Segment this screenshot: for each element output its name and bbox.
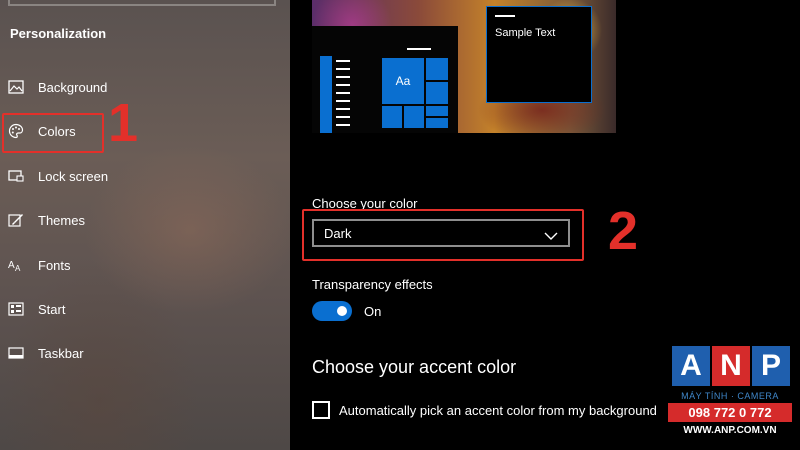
- sidebar-item-lock-screen[interactable]: Lock screen: [8, 162, 108, 190]
- logo-website: WWW.ANP.COM.VN: [683, 425, 777, 436]
- transparency-toggle-row: On: [312, 301, 381, 321]
- sidebar-title: Personalization: [10, 26, 107, 41]
- sidebar-item-label: Background: [38, 79, 108, 95]
- sidebar-item-fonts[interactable]: AA Fonts: [8, 251, 71, 279]
- transparency-toggle[interactable]: [312, 301, 352, 321]
- sidebar-item-themes[interactable]: Themes: [8, 206, 85, 234]
- sample-text: Sample Text: [495, 27, 556, 39]
- sidebar-item-label: Start: [38, 301, 66, 317]
- auto-accent-row: Automatically pick an accent color from …: [312, 401, 657, 419]
- sidebar-item-label: Fonts: [38, 257, 71, 273]
- preview-start-menu: Aa: [312, 26, 458, 133]
- step-1-annotation: 1: [108, 93, 139, 153]
- theme-preview: Aa Sample Text: [312, 0, 616, 133]
- picture-icon: [8, 79, 28, 95]
- themes-brush-icon: [8, 212, 28, 228]
- preview-tile: Aa: [382, 58, 424, 104]
- logo-letter-p: P: [752, 346, 790, 386]
- anp-logo: A N P MÁY TÍNH · CAMERA 098 772 0 772 WW…: [668, 346, 792, 442]
- preview-sample-window: Sample Text: [486, 6, 592, 103]
- logo-letter-a: A: [672, 346, 710, 386]
- logo-tagline: MÁY TÍNH · CAMERA: [681, 391, 779, 401]
- logo-letter-n: N: [712, 346, 750, 386]
- sidebar-item-start[interactable]: Start: [8, 295, 65, 323]
- search-box[interactable]: [8, 0, 276, 6]
- auto-accent-label: Automatically pick an accent color from …: [339, 402, 657, 418]
- settings-sidebar: Personalization Background Colors Lock s…: [0, 0, 290, 450]
- colors-highlight-box: [2, 113, 104, 153]
- lock-screen-icon: [8, 168, 28, 184]
- dropdown-highlight-box: [302, 209, 584, 261]
- sidebar-item-background[interactable]: Background: [8, 73, 107, 101]
- start-icon: [8, 301, 28, 317]
- step-2-annotation: 2: [608, 201, 639, 261]
- sidebar-item-label: Taskbar: [38, 345, 84, 361]
- toggle-state-text: On: [364, 303, 382, 319]
- taskbar-icon: [8, 345, 28, 361]
- fonts-icon: AA: [8, 257, 28, 273]
- auto-accent-checkbox[interactable]: [312, 401, 330, 419]
- transparency-label: Transparency effects: [312, 277, 433, 292]
- accent-heading: Choose your accent color: [312, 357, 517, 377]
- svg-text:A: A: [15, 264, 21, 272]
- logo-phone: 098 772 0 772: [668, 403, 792, 422]
- toggle-knob: [337, 306, 347, 316]
- sidebar-item-label: Lock screen: [38, 168, 109, 184]
- sidebar-item-label: Themes: [38, 212, 85, 228]
- sidebar-item-taskbar[interactable]: Taskbar: [8, 339, 84, 367]
- svg-text:A: A: [8, 260, 15, 271]
